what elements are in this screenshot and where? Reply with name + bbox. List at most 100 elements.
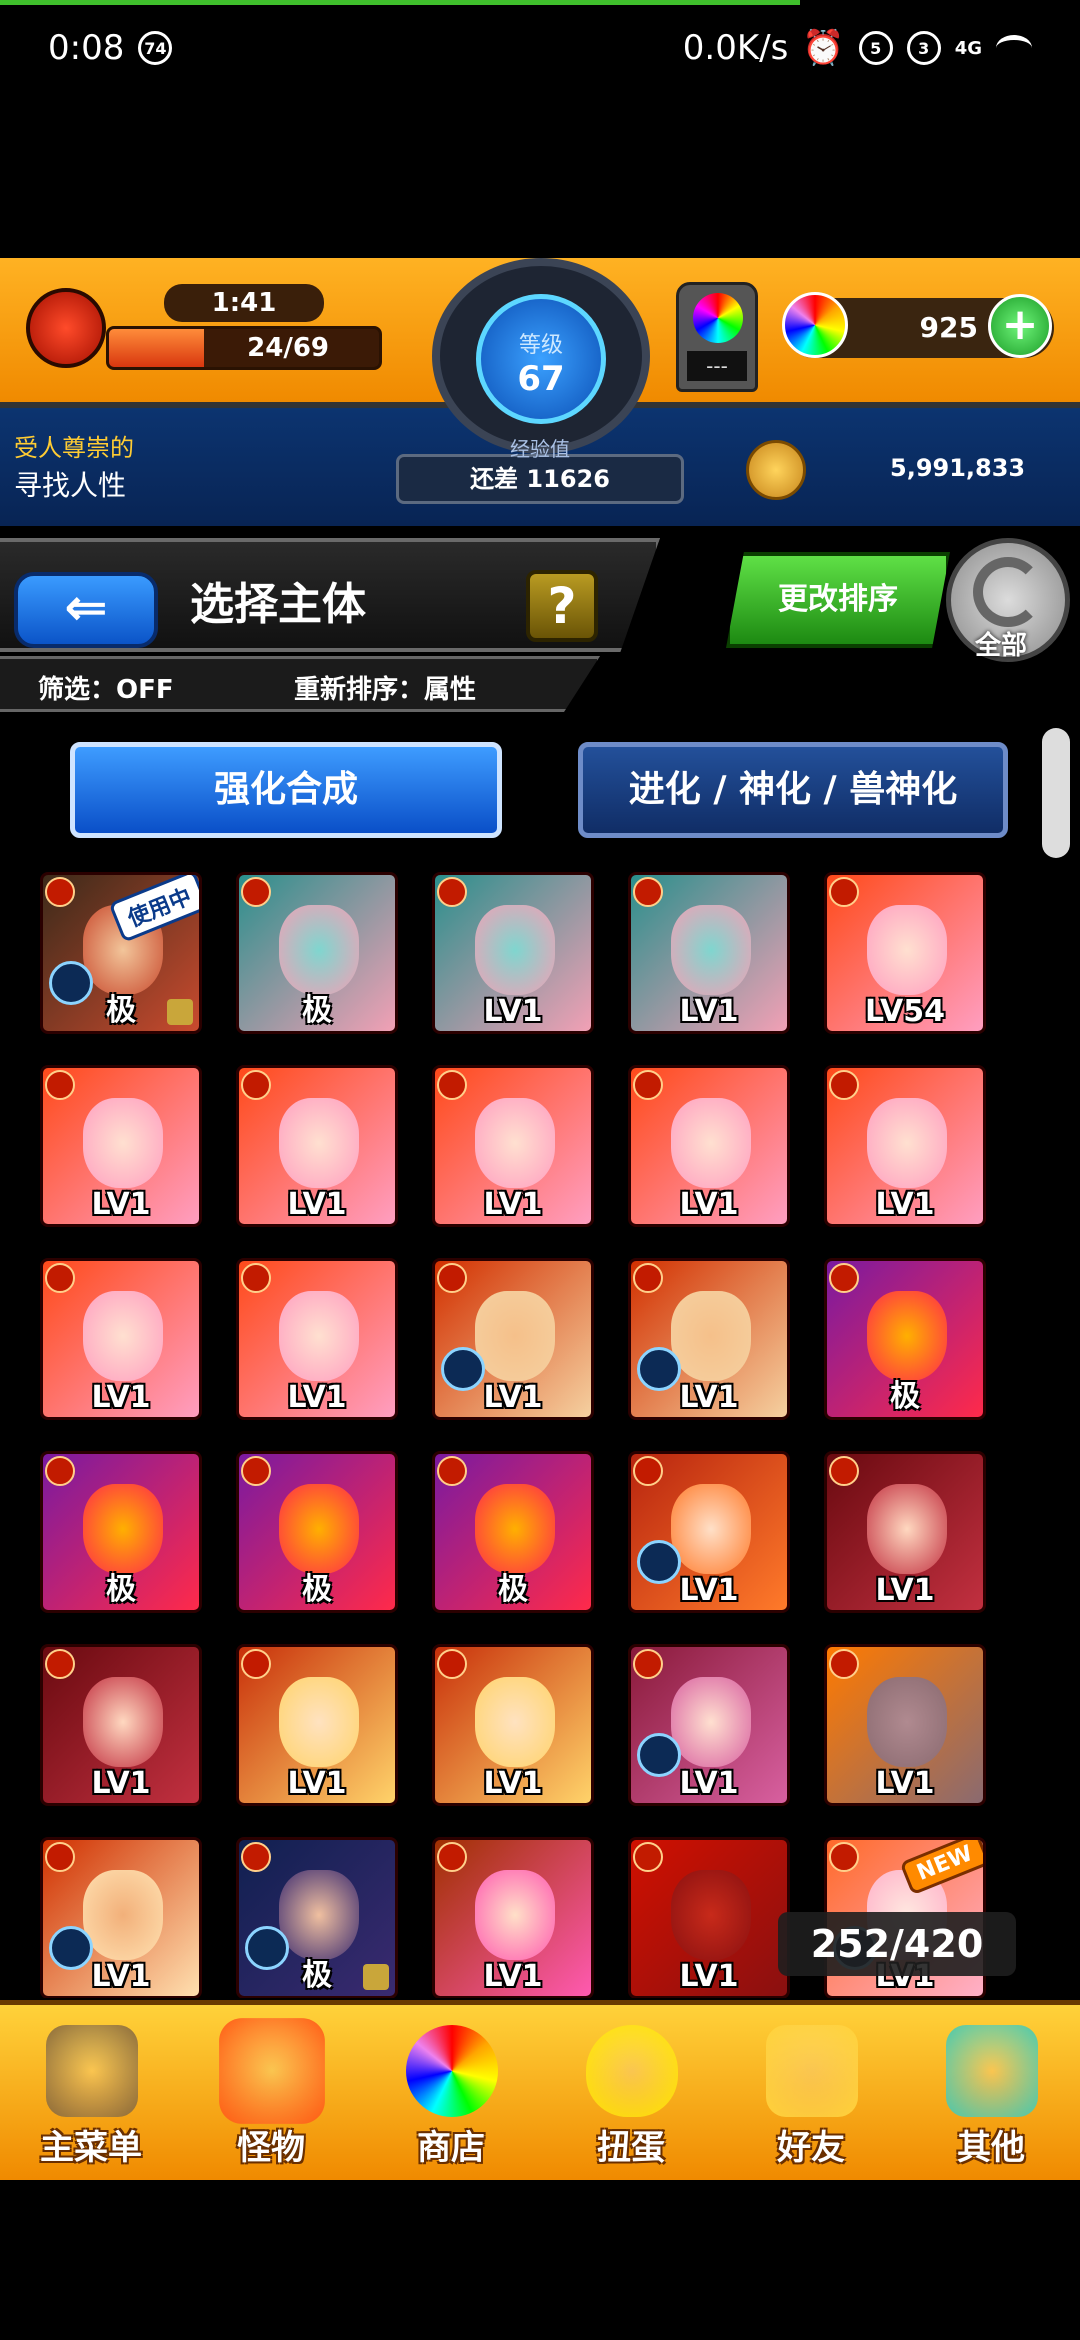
scrollbar-handle[interactable]: [1042, 728, 1070, 858]
stamina-box[interactable]: 1:41 24/69: [106, 280, 382, 380]
monster-portrait: [671, 1677, 751, 1767]
monster-card[interactable]: LV54: [824, 872, 986, 1034]
monster-card[interactable]: LV1: [628, 1258, 790, 1420]
monster-card[interactable]: LV1: [824, 1451, 986, 1613]
nav-label: 其他: [957, 2128, 1025, 2168]
nav-item-other[interactable]: 其他: [906, 2015, 1076, 2175]
nav-label: 主菜单: [40, 2128, 142, 2168]
fire-element-icon: [829, 1649, 859, 1679]
buy-orbs-button[interactable]: +: [988, 294, 1052, 358]
monster-card[interactable]: 极: [236, 872, 398, 1034]
monster-card[interactable]: LV1: [432, 1644, 594, 1806]
nav-item-monster[interactable]: 怪物: [186, 2015, 356, 2175]
capsule-machine-icon[interactable]: ---: [676, 282, 758, 392]
monster-portrait: [475, 1677, 555, 1767]
exp-remaining: 还差 11626: [470, 465, 610, 493]
monster-card[interactable]: 使用中极: [40, 872, 202, 1034]
clock: 0:08: [48, 28, 125, 68]
nav-item-friends[interactable]: 好友: [726, 2015, 896, 2175]
monster-level-label: LV1: [483, 1187, 543, 1222]
orb-count: 925: [919, 311, 978, 344]
monster-card[interactable]: 极: [236, 1837, 398, 1998]
monster-portrait: [475, 1291, 555, 1381]
nav-item-egg[interactable]: 扭蛋: [546, 2015, 716, 2175]
help-button[interactable]: ?: [526, 570, 598, 642]
monster-portrait: [83, 1870, 163, 1960]
fire-element-icon: [829, 1842, 859, 1872]
filter-sort-bar: 筛选：OFF 重新排序：属性: [0, 656, 600, 712]
fire-element-icon: [633, 1263, 663, 1293]
monster-portrait: [279, 1677, 359, 1767]
gold-coin-icon: [746, 440, 806, 500]
other-icon: [946, 2025, 1038, 2117]
monster-card[interactable]: 极: [824, 1258, 986, 1420]
monster-card[interactable]: LV1: [824, 1065, 986, 1227]
notification-badge: 74: [138, 31, 173, 65]
fire-element-icon: [633, 1070, 663, 1100]
monster-card[interactable]: LV1: [824, 1644, 986, 1806]
rank-badge[interactable]: 等级 67: [432, 258, 650, 454]
monster-portrait: [867, 1484, 947, 1574]
fire-element-icon: [45, 1263, 75, 1293]
monster-card[interactable]: LV1: [236, 1258, 398, 1420]
nav-item-gate[interactable]: 主菜单: [6, 2015, 176, 2175]
monster-level-label: LV1: [875, 1187, 935, 1222]
refresh-icon: [973, 557, 1043, 627]
fire-element-icon: [45, 1842, 75, 1872]
monster-card[interactable]: LV1: [40, 1258, 202, 1420]
monster-portrait: [279, 1484, 359, 1574]
monster-portrait: [279, 905, 359, 995]
network-type: 4G: [954, 37, 982, 59]
new-badge: NEW: [899, 1840, 983, 1896]
monster-card[interactable]: LV1: [432, 1837, 594, 1998]
monster-level-label: LV1: [483, 1766, 543, 1801]
fire-element-icon: [829, 1263, 859, 1293]
monster-card[interactable]: LV1: [40, 1644, 202, 1806]
monster-card[interactable]: 极: [432, 1451, 594, 1613]
orb-counter: 925 +: [782, 292, 1054, 358]
monster-card[interactable]: LV1: [628, 1644, 790, 1806]
rank-value: 67: [517, 359, 565, 399]
sort-order[interactable]: 重新排序：属性: [294, 669, 476, 706]
monster-card[interactable]: LV1: [628, 872, 790, 1034]
monster-card[interactable]: 极: [236, 1451, 398, 1613]
monster-card[interactable]: LV1: [40, 1065, 202, 1227]
alarm-icon: ⏰: [802, 28, 845, 68]
monster-card[interactable]: LV1: [628, 1451, 790, 1613]
monster-card[interactable]: LV1: [432, 872, 594, 1034]
monster-portrait: [867, 1291, 947, 1381]
monster-card[interactable]: LV1: [628, 1837, 790, 1998]
monster-card[interactable]: LV1: [432, 1258, 594, 1420]
all-toggle-button[interactable]: 全部: [946, 538, 1070, 662]
tab-fusion[interactable]: 强化合成: [70, 742, 502, 838]
fire-element-icon: [437, 1649, 467, 1679]
fire-element-icon: [241, 1649, 271, 1679]
capsule-text: ---: [687, 351, 747, 381]
filter-toggle[interactable]: 筛选：OFF: [38, 669, 174, 706]
player-hud: 1:41 24/69 等级 67 经验值 还差 11626 受人尊崇的 寻找人性…: [0, 258, 1080, 528]
monster-card[interactable]: LV1: [236, 1644, 398, 1806]
monster-portrait: [279, 1098, 359, 1188]
change-sort-button[interactable]: 更改排序: [726, 552, 950, 648]
monster-level-label: LV1: [483, 1380, 543, 1415]
gold-count: 5,991,833: [890, 454, 1026, 482]
monster-level-label: 极: [302, 993, 332, 1028]
fire-element-icon: [437, 1263, 467, 1293]
monster-level-label: 极: [498, 1572, 528, 1607]
monster-card[interactable]: LV1: [432, 1065, 594, 1227]
monster-card[interactable]: 极: [40, 1451, 202, 1613]
monster-level-label: LV1: [679, 1573, 739, 1608]
monster-box-grid: 使用中极极 LV1 LV1 LV54 LV1 LV1 LV1 LV1 LV1 LV1 LV1 LV1 L…: [40, 872, 1030, 1998]
nav-item-orb-shop[interactable]: 商店: [366, 2015, 536, 2175]
monster-card[interactable]: LV1: [236, 1065, 398, 1227]
monster-card[interactable]: LV1: [628, 1065, 790, 1227]
fire-element-icon: [45, 877, 75, 907]
back-button[interactable]: ⇐: [14, 572, 158, 648]
all-label: 全部: [975, 631, 1028, 661]
monster-portrait: [475, 1484, 555, 1574]
monster-level-label: 极: [302, 1958, 332, 1993]
tab-evolve[interactable]: 进化 / 神化 / 兽神化: [578, 742, 1008, 838]
monster-card[interactable]: LV1: [40, 1837, 202, 1998]
fire-element-icon: [241, 1842, 271, 1872]
select-header: ⇐ 选择主体 ? 筛选：OFF 重新排序：属性 更改排序 全部: [0, 538, 1080, 718]
